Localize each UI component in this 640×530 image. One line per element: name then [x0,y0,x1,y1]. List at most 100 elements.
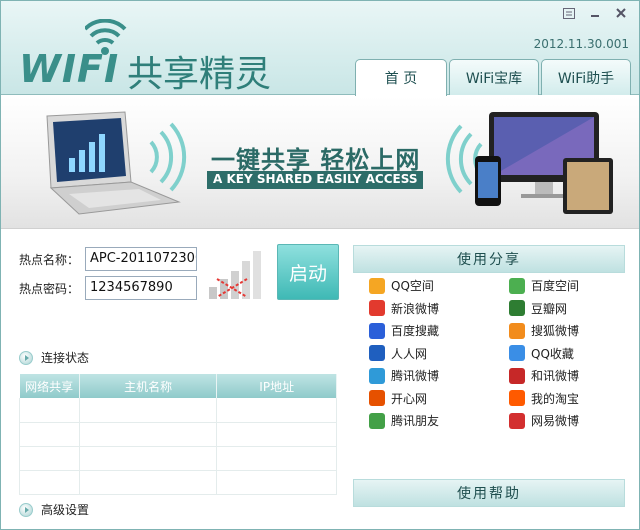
table-cell [19,422,80,447]
taobao-icon [509,390,525,406]
share-item-kaixin[interactable]: 开心网 [369,390,509,407]
tab-wifi-library[interactable]: WiFi宝库 [449,59,539,95]
devices-illustration [475,112,613,214]
table-cell [79,398,218,423]
share-item-sina-weibo[interactable]: 新浪微博 [369,300,509,317]
table-cell [216,398,337,423]
hexun-weibo-icon [509,367,525,384]
start-button[interactable]: 启动 [277,244,339,300]
table-header-row: 网络共享 主机名称 IP地址 [19,374,337,398]
column-header-share[interactable]: 网络共享 [19,374,80,398]
title-bar: WIFI 共享精灵 2012.11.30.001 首 页 WiFi宝库 WiFi… [1,1,639,96]
connection-status-toggle[interactable]: 连接状态 [19,349,89,366]
share-item-label: 和讯微博 [531,369,580,383]
table-cell [216,446,337,471]
share-item-douban[interactable]: 豆瓣网 [509,300,625,317]
connection-status-label: 连接状态 [41,351,90,365]
hotspot-password-input[interactable]: 1234567890 [85,276,197,300]
share-item-sohu-weibo[interactable]: 搜狐微博 [509,322,625,339]
close-icon [616,8,626,18]
tencent-weibo-icon [369,367,385,384]
signal-strength-icon [209,251,261,299]
main-tabs: 首 页 WiFi宝库 WiFi助手 [355,59,631,96]
table-row[interactable] [19,398,337,423]
hotspot-password-row: 热点密码： 1234567890 [19,276,197,300]
expand-arrow-icon [19,350,33,365]
table-cell [216,470,337,495]
baidu-space-icon [509,277,525,294]
column-header-hostname[interactable]: 主机名称 [79,374,218,398]
share-item-label: 我的淘宝 [531,391,580,406]
menu-icon [563,7,575,19]
advanced-settings-label: 高级设置 [41,503,90,517]
minimize-button[interactable] [585,5,605,21]
table-row[interactable] [19,422,337,447]
share-header: 使用分享 [353,245,625,273]
banner-slogan-en: A KEY SHARED EASILY ACCESS [207,171,424,189]
table-cell [79,422,218,447]
table-cell [79,470,218,495]
share-item-baidu[interactable]: 百度搜藏 [369,322,509,339]
wifi-waves-left-icon [149,122,187,192]
hotspot-name-row: 热点名称： APC-20110723001 [19,247,197,271]
share-item-label: QQ收藏 [531,346,574,361]
table-cell [216,422,337,447]
tab-home[interactable]: 首 页 [355,59,447,96]
share-item-label: 百度搜藏 [391,324,440,338]
share-item-netease-weibo[interactable]: 网易微博 [509,412,625,429]
share-item-label: 新浪微博 [391,301,440,316]
window-controls [559,5,631,21]
share-item-label: 网易微博 [531,414,580,428]
table-row[interactable] [19,470,337,495]
table-cell [19,398,80,423]
app-window: WIFI 共享精灵 2012.11.30.001 首 页 WiFi宝库 WiFi… [0,0,640,530]
table-cell [19,470,80,495]
share-item-label: 腾讯朋友 [391,414,440,428]
share-item-label: 人人网 [391,346,428,361]
close-button[interactable] [611,5,631,21]
share-item-baidu-space[interactable]: 百度空间 [509,277,625,294]
table-cell [79,446,218,471]
share-item-label: 开心网 [391,391,428,406]
share-item-tencent-pengyou[interactable]: 腾讯朋友 [369,412,509,429]
help-button[interactable]: 使用帮助 [353,479,625,507]
netease-weibo-icon [509,412,525,429]
column-header-ip[interactable]: IP地址 [216,374,337,398]
qzone-icon [369,277,385,294]
share-item-qq-favorite[interactable]: QQ收藏 [509,345,625,362]
hotspot-panel: 热点名称： APC-20110723001 热点密码： 1234567890 启… [1,231,351,529]
expand-arrow-icon [19,502,33,517]
tab-wifi-assistant[interactable]: WiFi助手 [541,59,631,95]
logo-wifi-text: WIFI [19,47,120,91]
connection-table: 网络共享 主机名称 IP地址 [19,374,337,495]
renren-icon [369,345,385,361]
sohu-weibo-icon [509,322,525,339]
table-row[interactable] [19,446,337,471]
share-item-label: 豆瓣网 [531,301,568,316]
douban-icon [509,300,525,316]
sina-weibo-icon [369,300,385,316]
tencent-pengyou-icon [369,412,385,429]
share-list: QQ空间 百度空间新浪微博 豆瓣网百度搜藏 搜狐微博人人网 QQ收藏腾讯微博 和讯微博开心… [369,277,625,429]
share-item-qzone[interactable]: QQ空间 [369,277,509,294]
share-item-taobao[interactable]: 我的淘宝 [509,390,625,407]
qq-favorite-icon [509,345,525,361]
logo-title: 共享精灵 [127,54,272,95]
minimize-icon [591,15,599,17]
menu-button[interactable] [559,5,579,21]
share-item-tencent-weibo[interactable]: 腾讯微博 [369,367,509,384]
share-item-label: 搜狐微博 [531,324,580,338]
hotspot-name-label: 热点名称： [19,252,80,267]
share-item-label: 腾讯微博 [391,369,440,383]
advanced-settings-toggle[interactable]: 高级设置 [19,501,89,518]
hotspot-password-label: 热点密码： [19,281,80,296]
share-item-label: 百度空间 [531,279,580,293]
share-item-renren[interactable]: 人人网 [369,345,509,362]
hotspot-name-input[interactable]: APC-20110723001 [85,247,197,271]
table-cell [19,446,80,471]
share-item-hexun-weibo[interactable]: 和讯微博 [509,367,625,384]
version-date: 2012.11.30.001 [533,37,629,51]
share-panel: 使用分享 QQ空间 百度空间新浪微博 豆瓣网百度搜藏 搜狐微博人人网 QQ收藏腾讯微博 和… [353,231,633,529]
kaixin-icon [369,390,385,406]
promo-banner: 一键共享 轻松上网 A KEY SHARED EASILY ACCESS [1,96,639,229]
